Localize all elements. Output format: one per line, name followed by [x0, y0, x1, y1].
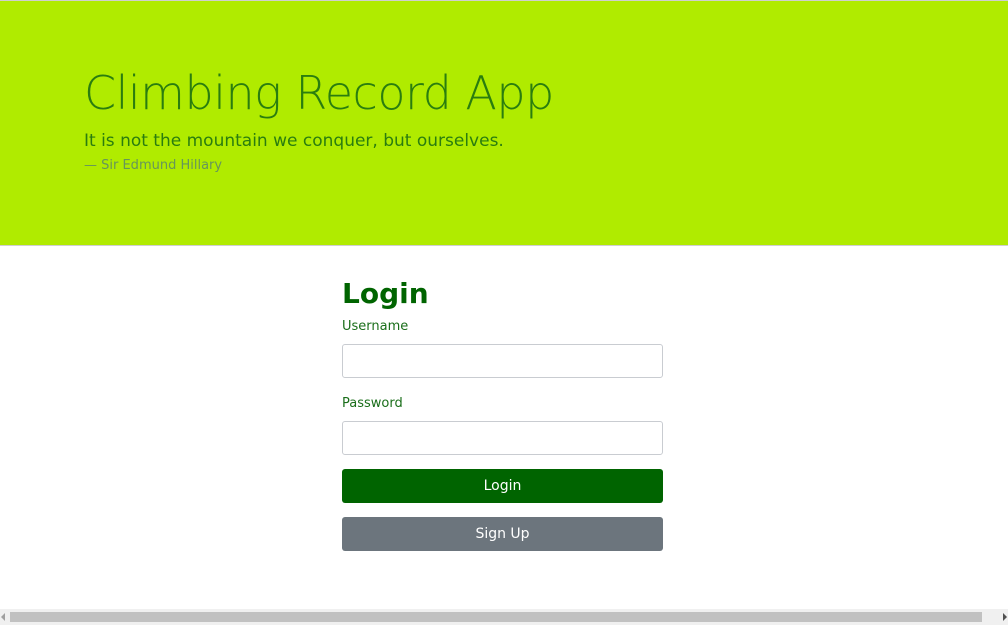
login-heading: Login — [342, 277, 429, 310]
app-title: Climbing Record App — [84, 66, 554, 120]
login-form: Login Username Password Login Sign Up — [342, 272, 663, 551]
scrollbar-thumb[interactable] — [10, 612, 982, 622]
password-input[interactable] — [342, 421, 663, 455]
quote-author: — Sir Edmund Hillary — [84, 158, 223, 173]
username-input[interactable] — [342, 344, 663, 378]
login-button[interactable]: Login — [342, 469, 663, 503]
scroll-right-icon[interactable] — [1003, 613, 1007, 621]
horizontal-scrollbar[interactable] — [0, 609, 1008, 625]
scroll-left-icon[interactable] — [1, 613, 5, 621]
hero-quote: It is not the mountain we conquer, but o… — [84, 131, 504, 151]
password-label: Password — [342, 396, 403, 411]
hero-banner: Climbing Record App It is not the mounta… — [0, 0, 1008, 246]
page: Climbing Record App It is not the mounta… — [0, 0, 1008, 625]
sign-up-button[interactable]: Sign Up — [342, 517, 663, 551]
username-label: Username — [342, 319, 409, 334]
